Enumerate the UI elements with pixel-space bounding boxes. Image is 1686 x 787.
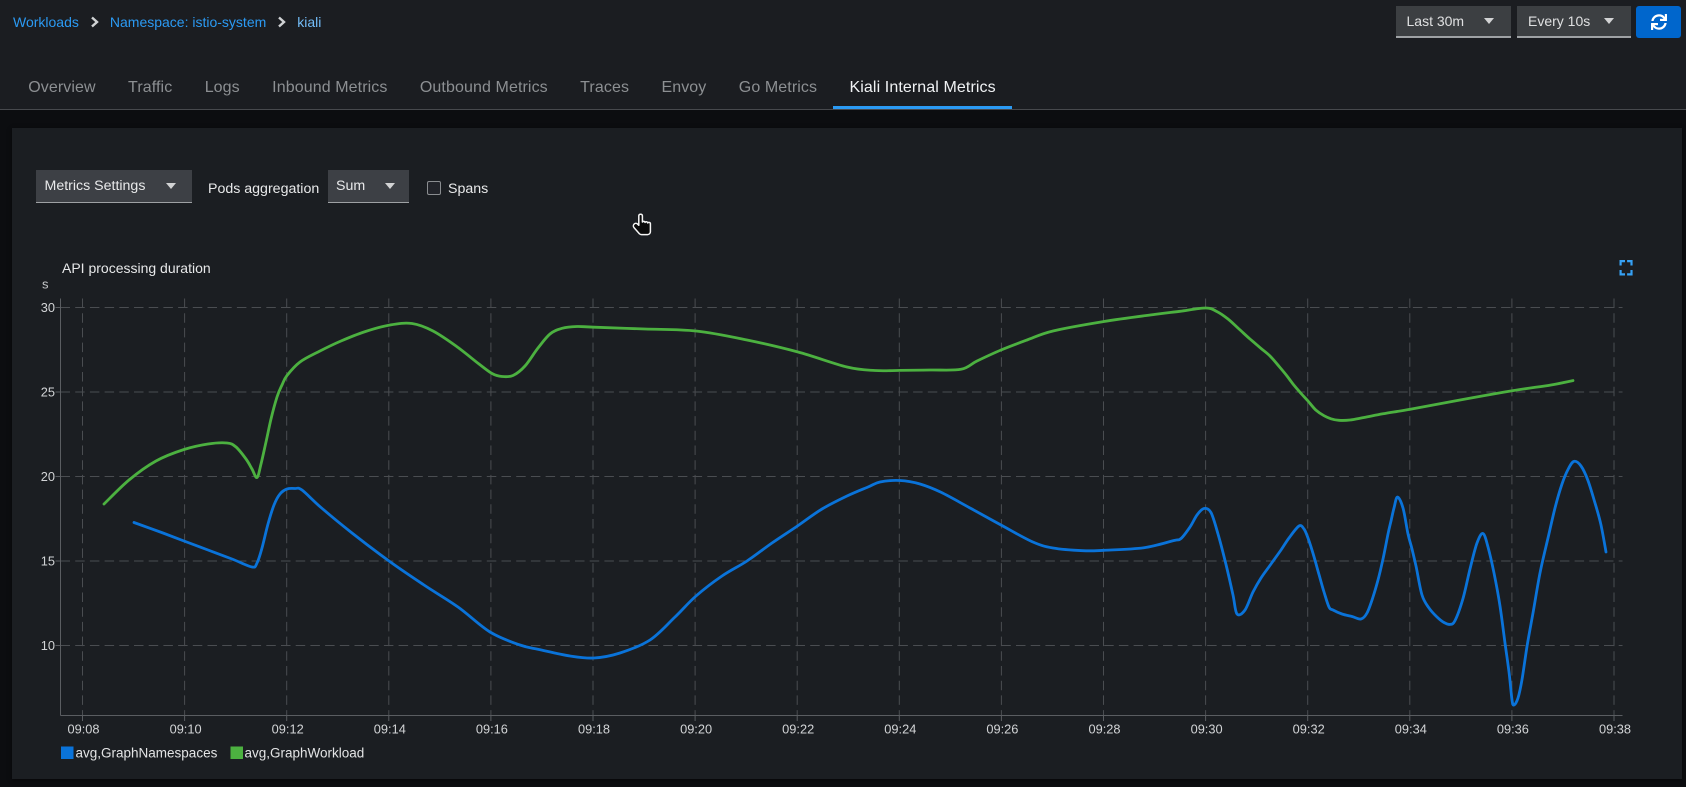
svg-text:s: s (42, 277, 49, 292)
svg-text:09:24: 09:24 (884, 722, 916, 737)
svg-text:09:28: 09:28 (1088, 722, 1120, 737)
svg-text:10: 10 (41, 638, 55, 653)
svg-text:09:34: 09:34 (1395, 722, 1427, 737)
svg-text:09:22: 09:22 (782, 722, 814, 737)
svg-text:09:10: 09:10 (170, 722, 202, 737)
svg-text:30: 30 (41, 300, 55, 315)
svg-text:09:36: 09:36 (1497, 722, 1529, 737)
svg-text:15: 15 (41, 553, 55, 568)
svg-text:09:30: 09:30 (1191, 722, 1223, 737)
svg-text:09:16: 09:16 (476, 722, 508, 737)
svg-text:25: 25 (41, 384, 55, 399)
svg-text:avg,GraphNamespaces: avg,GraphNamespaces (76, 746, 218, 761)
svg-text:09:12: 09:12 (272, 722, 304, 737)
svg-text:avg,GraphWorkload: avg,GraphWorkload (245, 746, 365, 761)
svg-text:09:26: 09:26 (986, 722, 1018, 737)
svg-text:20: 20 (41, 469, 55, 484)
svg-text:API processing duration: API processing duration (62, 260, 211, 276)
svg-text:09:32: 09:32 (1293, 722, 1325, 737)
svg-text:09:08: 09:08 (67, 722, 99, 737)
svg-text:09:38: 09:38 (1599, 722, 1631, 737)
svg-text:09:14: 09:14 (374, 722, 406, 737)
svg-text:09:18: 09:18 (578, 722, 610, 737)
svg-text:09:20: 09:20 (680, 722, 712, 737)
